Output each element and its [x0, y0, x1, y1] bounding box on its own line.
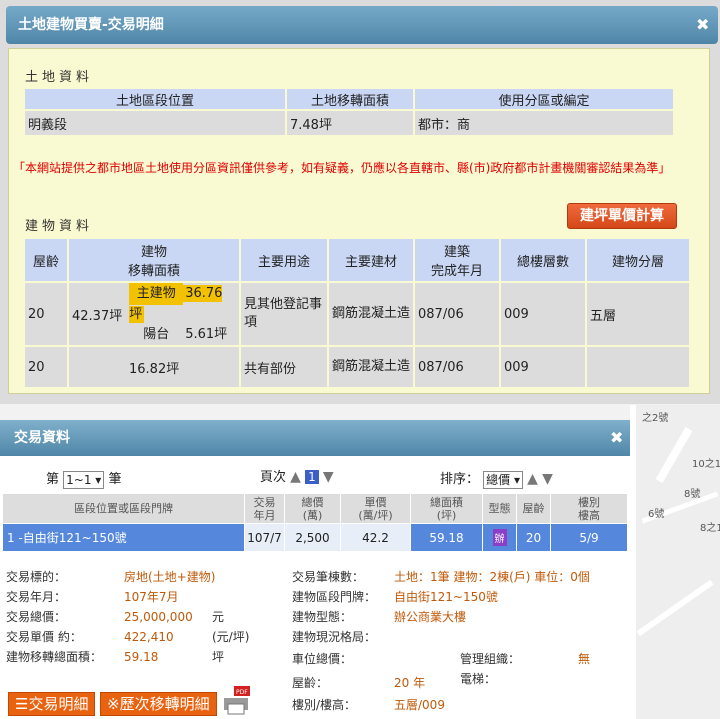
office-type-badge: 辦	[492, 529, 507, 546]
map-background[interactable]: 之2號 10之1 8號 6號 8之1	[630, 405, 720, 719]
unit-price-calc-button[interactable]: 建坪單價計算	[567, 203, 677, 229]
record-pager: 第 1~1 ▾ 筆	[46, 470, 122, 489]
bld-header-usage: 主要用途	[239, 237, 329, 283]
dialog-titlebar[interactable]: 土地建物買賣-交易明細 ✖	[6, 6, 718, 44]
management-label: 管理組織：	[460, 652, 521, 666]
bld-header-floor-split: 建物分層	[585, 237, 691, 283]
sort-select[interactable]: 總價 ▾	[483, 470, 524, 489]
bld-material: 鋼筋混凝土造	[327, 281, 415, 347]
trade-detail-button[interactable]: ☰交易明細	[8, 692, 96, 716]
trade-row[interactable]: 1 -自由街121~150號 107/7 2,500 42.2 59.18 辦 …	[2, 523, 628, 552]
trade-area: 59.18	[410, 523, 483, 552]
balcony-label: 陽台	[143, 327, 170, 342]
bld-usage: 共有部份	[239, 345, 329, 389]
bld-header-age: 屋齡	[23, 237, 69, 283]
bld-area-cell: 42.37坪 主建物 36.76坪 陽台 5.61坪	[67, 281, 241, 347]
bld-header-area: 建物 移轉面積	[67, 237, 241, 283]
trade-dialog: 交易資料 ✖ 第 1~1 ▾ 筆 頁次 ▲ 1 ▼ 排序： 總價 ▾ ▲ ▼ 區…	[0, 420, 630, 719]
bld-floors: 009	[499, 281, 587, 347]
sort-desc-icon[interactable]: ▼	[542, 471, 553, 487]
building-row: 20 16.82坪 共有部份 鋼筋混凝土造 087/06 009	[23, 345, 691, 389]
transfer-history-button[interactable]: ※歷次移轉明細	[100, 692, 217, 716]
land-table: 土地區段位置 土地移轉面積 使用分區或編定 明義段 7.48坪 都市：商	[23, 87, 675, 137]
bld-floor-split: 五層	[585, 281, 691, 347]
building-row: 20 42.37坪 主建物 36.76坪 陽台 5.61坪 見其他登記事項 鋼筋混凝…	[23, 281, 691, 347]
land-building-dialog: 土地建物買賣-交易明細 ✖ 土地資料 土地區段位置 土地移轉面積 使用分區或編定…	[0, 0, 720, 404]
trade-header: 樓別 樓高	[550, 493, 628, 524]
trade-header: 區段位置或區段門牌	[2, 493, 245, 524]
record-select[interactable]: 1~1 ▾	[63, 470, 105, 489]
main-building-label: 主建物	[129, 283, 184, 305]
map-label: 之2號	[642, 413, 669, 424]
management-value: 無	[578, 652, 591, 666]
land-header: 土地區段位置	[23, 87, 287, 111]
map-label: 8號	[684, 489, 701, 500]
trade-header: 總面積 (坪)	[410, 493, 483, 524]
land-cell: 7.48坪	[285, 109, 415, 137]
trade-date: 107/7	[244, 523, 285, 552]
trade-total: 2,500	[284, 523, 341, 552]
sort-asc-icon[interactable]: ▲	[527, 471, 538, 487]
svg-text:PDF: PDF	[236, 689, 248, 696]
land-header: 土地移轉面積	[285, 87, 415, 111]
bld-usage: 見其他登記事項	[239, 281, 329, 347]
building-table: 屋齡 建物 移轉面積 主要用途 主要建材 建築 完成年月 總樓層數 建物分層 2…	[23, 237, 691, 389]
trade-titlebar[interactable]: 交易資料 ✖	[0, 420, 630, 456]
trade-header: 屋齡	[516, 493, 551, 524]
dialog-title: 土地建物買賣-交易明細	[18, 17, 164, 33]
next-page-icon[interactable]: ▼	[323, 469, 334, 485]
close-icon[interactable]: ✖	[610, 420, 623, 456]
land-section-title: 土地資料	[25, 70, 94, 85]
bld-floor-split	[585, 345, 691, 389]
notice-text: 「本網站提供之都市地區土地使用分區資訊僅供參考，如有疑義，仍應以各直轄市、縣(市…	[13, 161, 671, 175]
pdf-print-icon[interactable]: PDF	[220, 684, 252, 716]
bld-floors: 009	[499, 345, 587, 389]
close-icon[interactable]: ✖	[696, 6, 709, 44]
list-icon: ☰	[15, 695, 29, 713]
page-nav: 頁次 ▲ 1 ▼	[260, 466, 334, 485]
sort-label: 排序：	[440, 472, 480, 487]
elevator-label: 電梯：	[460, 672, 497, 686]
land-cell: 明義段	[23, 109, 287, 137]
prev-page-icon[interactable]: ▲	[290, 469, 301, 485]
bld-header-completed: 建築 完成年月	[413, 237, 501, 283]
trade-age: 20	[516, 523, 551, 552]
current-page[interactable]: 1	[305, 470, 319, 484]
bld-header-floors: 總樓層數	[499, 237, 587, 283]
land-cell: 都市：商	[413, 109, 675, 137]
page-label: 頁次	[260, 470, 287, 485]
map-label: 10之1	[692, 459, 720, 470]
bld-material: 鋼筋混凝土造	[327, 345, 415, 389]
bld-age: 20	[23, 345, 69, 389]
land-header: 使用分區或編定	[413, 87, 675, 111]
trade-header: 交易 年月	[244, 493, 285, 524]
bld-header-material: 主要建材	[327, 237, 415, 283]
dialog-body: 土地資料 土地區段位置 土地移轉面積 使用分區或編定 明義段 7.48坪 都市：…	[8, 48, 710, 394]
bld-completed: 087/06	[413, 281, 501, 347]
trade-header: 總價 (萬)	[284, 493, 341, 524]
trade-header: 型態	[482, 493, 517, 524]
map-label: 6號	[648, 509, 665, 520]
building-section-title: 建物資料	[25, 219, 94, 234]
trade-title: 交易資料	[14, 430, 70, 446]
bld-area: 42.37坪	[72, 308, 123, 324]
balcony-value: 5.61坪	[185, 327, 228, 342]
bld-age: 20	[23, 281, 69, 347]
trade-type-cell: 辦	[482, 523, 517, 552]
trade-header: 單價 (萬/坪)	[340, 493, 411, 524]
trade-addr[interactable]: 1 -自由街121~150號	[2, 523, 245, 552]
trade-unit: 42.2	[340, 523, 411, 552]
trade-floor: 5/9	[550, 523, 628, 552]
sort-control: 排序： 總價 ▾ ▲ ▼	[440, 468, 553, 489]
bld-completed: 087/06	[413, 345, 501, 389]
trade-table: 區段位置或區段門牌 交易 年月 總價 (萬) 單價 (萬/坪) 總面積 (坪) …	[2, 493, 628, 552]
bld-area: 16.82坪	[67, 345, 241, 389]
map-label: 8之1	[700, 523, 720, 534]
